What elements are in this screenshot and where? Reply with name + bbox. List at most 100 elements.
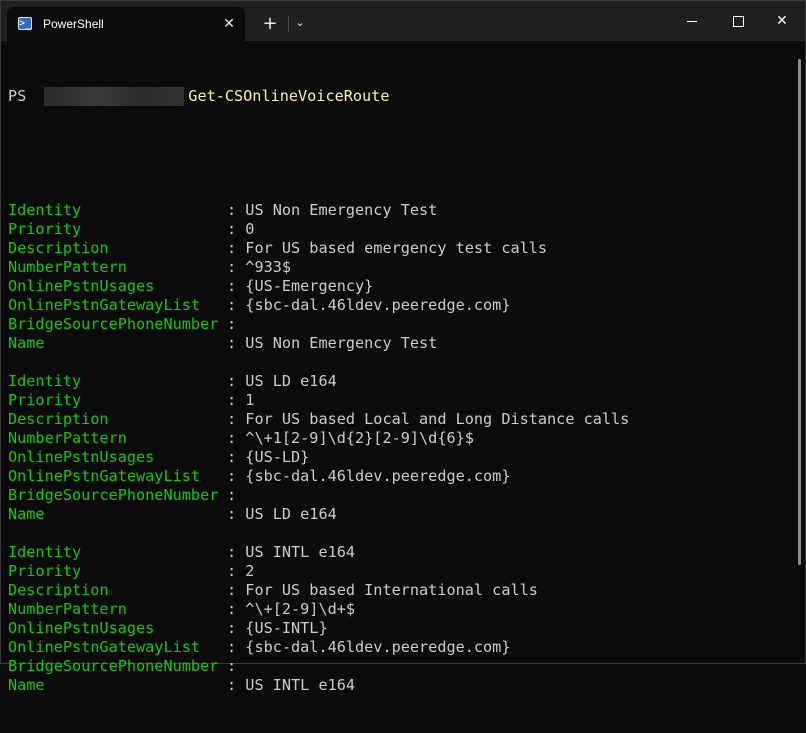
property-separator: : <box>227 277 246 295</box>
property-row: BridgeSourcePhoneNumber: <box>8 486 788 505</box>
property-value: {US-LD} <box>245 448 310 466</box>
property-name: Priority <box>8 220 82 238</box>
property-value: {sbc-dal.46ldev.peeredge.com} <box>245 467 511 485</box>
property-value: For US based Local and Long Distance cal… <box>245 410 630 428</box>
scrollbar[interactable] <box>798 59 801 565</box>
property-name: NumberPattern <box>8 429 127 447</box>
property-separator: : <box>227 334 246 352</box>
maximize-button[interactable] <box>715 1 761 41</box>
property-name: NumberPattern <box>8 600 127 618</box>
property-value: ^\+1[2-9]\d{2}[2-9]\d{6}$ <box>245 429 474 447</box>
property-name: NumberPattern <box>8 258 127 276</box>
property-name: Description <box>8 410 109 428</box>
property-value: {sbc-dal.46ldev.peeredge.com} <box>245 638 511 656</box>
tab-close-icon[interactable]: ✕ <box>219 14 239 34</box>
property-value: {sbc-dal.46ldev.peeredge.com} <box>245 296 511 314</box>
property-name: OnlinePstnGatewayList <box>8 467 201 485</box>
property-name: Identity <box>8 543 82 561</box>
property-name: BridgeSourcePhoneNumber <box>8 315 219 333</box>
chevron-down-icon[interactable]: ⌄ <box>292 15 308 31</box>
property-name: BridgeSourcePhoneNumber <box>8 486 219 504</box>
property-row: Identity: US Non Emergency Test <box>8 201 788 220</box>
property-name: Identity <box>8 201 82 219</box>
route-list: Identity: US Non Emergency Test Priority:… <box>8 201 788 695</box>
property-row: Description: For US based emergency test… <box>8 239 788 258</box>
property-separator: : <box>227 600 246 618</box>
property-name: Identity <box>8 372 82 390</box>
powershell-icon: >_ <box>18 17 32 30</box>
property-row: Identity: US LD e164 <box>8 372 788 391</box>
terminal-output[interactable]: PS Get-CSOnlineVoiceRoute Identity: US No… <box>8 49 788 733</box>
property-value: For US based emergency test calls <box>245 239 548 257</box>
tab-powershell[interactable]: >_ PowerShell ✕ <box>7 7 245 41</box>
property-separator: : <box>227 429 246 447</box>
property-separator: : <box>227 220 246 238</box>
property-row: OnlinePstnGatewayList: {sbc-dal.46ldev.p… <box>8 467 788 486</box>
property-value: US Non Emergency Test <box>245 334 438 352</box>
property-row: Name: US LD e164 <box>8 505 788 524</box>
property-row: NumberPattern: ^\+1[2-9]\d{2}[2-9]\d{6}$ <box>8 429 788 448</box>
property-separator: : <box>227 638 246 656</box>
property-value: 1 <box>245 391 255 409</box>
property-separator: : <box>227 486 246 504</box>
property-name: Name <box>8 505 45 523</box>
maximize-icon <box>732 15 744 27</box>
property-row: Description: For US based International … <box>8 581 788 600</box>
minimize-button[interactable] <box>669 1 715 41</box>
property-name: OnlinePstnUsages <box>8 448 155 466</box>
terminal-window: >_ PowerShell ✕ + ⌄ ✕ PS Get-CSOnlineVoic… <box>0 0 806 694</box>
close-window-button[interactable]: ✕ <box>759 1 805 41</box>
property-row: OnlinePstnUsages: {US-LD} <box>8 448 788 467</box>
property-row: NumberPattern: ^\+[2-9]\d+$ <box>8 600 788 619</box>
property-separator: : <box>227 201 246 219</box>
property-separator: : <box>227 372 246 390</box>
property-separator: : <box>227 505 246 523</box>
property-row: OnlinePstnGatewayList: {sbc-dal.46ldev.p… <box>8 296 788 315</box>
property-separator: : <box>227 391 246 409</box>
property-name: Priority <box>8 562 82 580</box>
property-separator: : <box>227 239 246 257</box>
property-name: Name <box>8 676 45 694</box>
new-tab-plus-icon[interactable]: + <box>259 13 281 35</box>
property-value: 0 <box>245 220 255 238</box>
property-separator: : <box>227 448 246 466</box>
property-value: US INTL e164 <box>245 543 356 561</box>
property-row: Description: For US based Local and Long… <box>8 410 788 429</box>
property-separator: : <box>227 581 246 599</box>
property-row: Identity: US INTL e164 <box>8 543 788 562</box>
property-separator: : <box>227 562 246 580</box>
property-row: OnlinePstnUsages: {US-Emergency} <box>8 277 788 296</box>
command-text: Get-CSOnlineVoiceRoute <box>188 87 390 105</box>
property-name: OnlinePstnGatewayList <box>8 296 201 314</box>
property-name: OnlinePstnUsages <box>8 277 155 295</box>
property-value: For US based International calls <box>245 581 538 599</box>
property-row: Priority: 1 <box>8 391 788 410</box>
property-name: Description <box>8 581 109 599</box>
ps-prompt: PS <box>8 87 27 105</box>
property-value: US Non Emergency Test <box>245 201 438 219</box>
property-separator: : <box>227 543 246 561</box>
property-separator: : <box>227 258 246 276</box>
property-name: OnlinePstnGatewayList <box>8 638 201 656</box>
property-value: {US-Emergency} <box>245 277 374 295</box>
property-row: OnlinePstnUsages: {US-INTL} <box>8 619 788 638</box>
property-value: ^\+[2-9]\d+$ <box>245 600 356 618</box>
prompt-line: PS Get-CSOnlineVoiceRoute <box>8 87 788 106</box>
redacted-path <box>44 87 185 106</box>
property-value: US LD e164 <box>245 505 337 523</box>
property-separator: : <box>227 296 246 314</box>
property-name: Description <box>8 239 109 257</box>
property-separator: : <box>227 657 246 675</box>
property-value: ^933$ <box>245 258 292 276</box>
property-separator: : <box>227 410 246 428</box>
property-row: Name: US INTL e164 <box>8 676 788 695</box>
tab-divider <box>288 16 289 32</box>
tab-title: PowerShell <box>43 17 104 31</box>
property-name: BridgeSourcePhoneNumber <box>8 657 219 675</box>
title-bar: >_ PowerShell ✕ + ⌄ ✕ <box>1 1 805 41</box>
property-name: Name <box>8 334 45 352</box>
property-row: Priority: 0 <box>8 220 788 239</box>
